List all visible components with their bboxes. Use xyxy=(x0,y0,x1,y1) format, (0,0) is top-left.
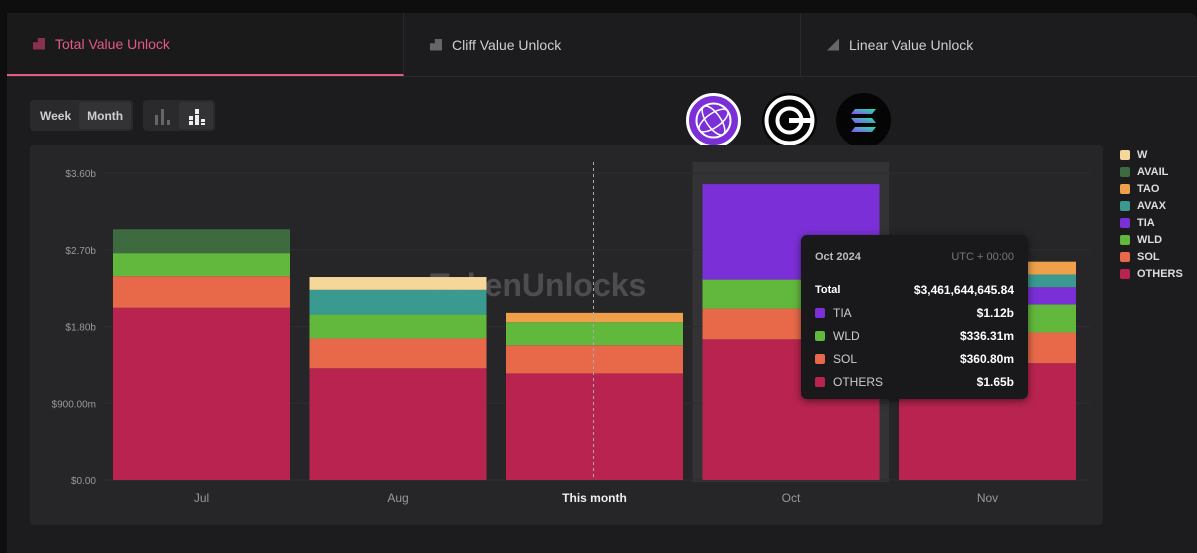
x-tick-label: Jul xyxy=(194,491,209,505)
tooltip-series-value: $1.12b xyxy=(976,305,1014,320)
legend-label: TAO xyxy=(1137,182,1160,195)
y-tick-label: $900.00m xyxy=(52,399,96,410)
bar-segment-sol-this-month[interactable] xyxy=(506,345,683,374)
tooltip-row: TIA $1.12b xyxy=(815,301,1014,324)
x-tick-label: Aug xyxy=(387,491,408,505)
tooltip-swatch xyxy=(815,330,825,341)
legend-item-others[interactable]: OTHERS xyxy=(1120,265,1183,282)
legend-label: SOL xyxy=(1137,250,1160,263)
legend-label: OTHERS xyxy=(1137,267,1183,280)
tooltip-series-value: $336.31m xyxy=(959,328,1014,343)
tooltip-row: WLD $336.31m xyxy=(815,324,1014,347)
tooltip-swatch xyxy=(815,353,825,364)
bar-segment-wld-this-month[interactable] xyxy=(506,322,683,346)
legend-label: WLD xyxy=(1137,233,1163,246)
tooltip-total-label: Total xyxy=(815,283,841,296)
legend-item-avax[interactable]: AVAX xyxy=(1120,197,1183,214)
bar-segment-avax-aug[interactable] xyxy=(309,289,487,315)
tooltip-series-value: $1.65b xyxy=(976,374,1014,389)
legend-item-tia[interactable]: TIA xyxy=(1120,214,1183,231)
tooltip-row: OTHERS $1.65b xyxy=(815,370,1014,393)
bar-segment-tao-this-month[interactable] xyxy=(506,312,683,323)
legend-label: TIA xyxy=(1137,216,1155,229)
bar-segment-wld-jul[interactable] xyxy=(113,253,290,277)
legend-item-wld[interactable]: WLD xyxy=(1120,231,1183,248)
legend-item-avail[interactable]: AVAIL xyxy=(1120,163,1183,180)
x-tick-label: Nov xyxy=(977,491,998,505)
y-tick-label: $3.60b xyxy=(65,169,96,180)
legend-swatch xyxy=(1120,268,1130,279)
legend-swatch xyxy=(1120,251,1130,262)
x-tick-label: This month xyxy=(562,491,627,505)
legend-swatch xyxy=(1120,217,1130,228)
tooltip-series-name: OTHERS xyxy=(833,374,884,389)
chart-legend: W AVAIL TAO AVAX TIA WLD SOL OTHERS xyxy=(1120,146,1183,282)
tooltip-total-value: $3,461,644,645.84 xyxy=(913,282,1014,297)
legend-swatch xyxy=(1120,166,1130,177)
tooltip-series-name: SOL xyxy=(833,351,858,366)
y-tick-label: $1.80b xyxy=(65,323,96,334)
tooltip-timezone: UTC + 00:00 xyxy=(951,251,1014,263)
bar-segment-wld-aug[interactable] xyxy=(309,314,487,339)
x-tick-label: Oct xyxy=(782,491,801,505)
legend-item-w[interactable]: W xyxy=(1120,146,1183,163)
legend-label: W xyxy=(1137,148,1148,161)
tooltip-title: Oct 2024 xyxy=(815,251,861,263)
y-tick-label: $0.00 xyxy=(71,476,96,487)
legend-swatch xyxy=(1120,234,1130,245)
legend-swatch xyxy=(1120,200,1130,211)
legend-swatch xyxy=(1120,183,1130,194)
tooltip-series-name: TIA xyxy=(833,305,852,320)
bar-segment-sol-jul[interactable] xyxy=(113,276,290,308)
bar-segment-others-aug[interactable] xyxy=(309,368,487,480)
bar-segment-w-aug[interactable] xyxy=(309,277,487,290)
legend-swatch xyxy=(1120,149,1130,160)
bar-segment-others-this-month[interactable] xyxy=(506,373,683,480)
tooltip-row: SOL $360.80m xyxy=(815,347,1014,370)
bar-segment-sol-aug[interactable] xyxy=(309,338,487,369)
tooltip-series-name: WLD xyxy=(833,328,860,343)
legend-label: AVAX xyxy=(1137,199,1166,212)
bar-segment-others-jul[interactable] xyxy=(113,307,290,480)
legend-label: AVAIL xyxy=(1137,165,1169,178)
y-tick-label: $2.70b xyxy=(65,246,96,257)
tooltip-swatch xyxy=(815,376,825,387)
chart-tooltip: Oct 2024 UTC + 00:00 Total $3,461,644,645.… xyxy=(801,235,1028,399)
legend-item-sol[interactable]: SOL xyxy=(1120,248,1183,265)
tooltip-swatch xyxy=(815,307,825,318)
bar-segment-avail-jul[interactable] xyxy=(113,229,290,254)
legend-item-tao[interactable]: TAO xyxy=(1120,180,1183,197)
tooltip-series-value: $360.80m xyxy=(959,351,1014,366)
